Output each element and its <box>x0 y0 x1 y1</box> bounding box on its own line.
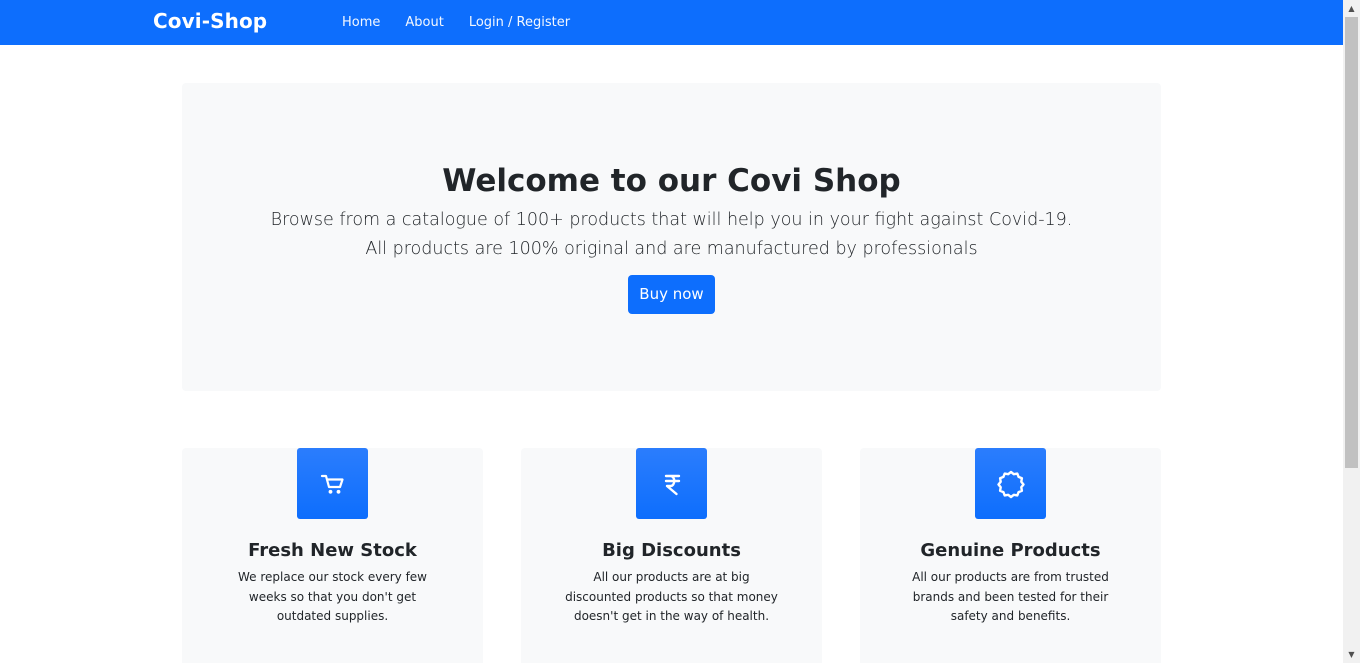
feature-title: Big Discounts <box>602 540 741 561</box>
feature-text: We replace our stock every few weeks so … <box>237 570 427 623</box>
vertical-scrollbar[interactable]: ▲ ▼ <box>1343 0 1360 663</box>
nav-links: Home About Login / Register <box>342 14 595 32</box>
nav-link-about[interactable]: About <box>405 14 443 32</box>
hero-subtitle: Browse from a catalogue of 100+ products… <box>270 210 1073 259</box>
navbar: Covi-Shop Home About Login / Register <box>0 0 1343 45</box>
feature-card-genuine-products: Genuine Products All our products are fr… <box>860 448 1161 663</box>
scrollbar-thumb[interactable] <box>1345 17 1358 468</box>
hero-title: Welcome to our Covi Shop <box>442 163 901 199</box>
feature-text: All our products are at big discounted p… <box>565 570 778 623</box>
cart-icon <box>297 448 368 519</box>
rupee-icon <box>636 448 707 519</box>
feature-card-fresh-stock: Fresh New Stock We replace our stock eve… <box>182 448 483 663</box>
brand-logo-link[interactable]: Covi-Shop <box>153 7 267 35</box>
scroll-up-arrow-icon[interactable]: ▲ <box>1343 0 1360 17</box>
scroll-down-arrow-icon[interactable]: ▼ <box>1343 646 1360 663</box>
feature-card-big-discounts: Big Discounts All our products are at bi… <box>521 448 822 663</box>
feature-text: All our products are from trusted brands… <box>912 570 1109 623</box>
nav-link-login-register[interactable]: Login / Register <box>469 14 570 32</box>
buy-now-button[interactable]: Buy now <box>628 275 715 314</box>
feature-title: Fresh New Stock <box>248 540 417 561</box>
nav-link-home[interactable]: Home <box>342 14 380 32</box>
hero-section: Welcome to our Covi Shop Browse from a c… <box>182 83 1161 391</box>
feature-title: Genuine Products <box>920 540 1101 561</box>
badge-icon <box>975 448 1046 519</box>
page: Covi-Shop Home About Login / Register We… <box>0 0 1343 663</box>
